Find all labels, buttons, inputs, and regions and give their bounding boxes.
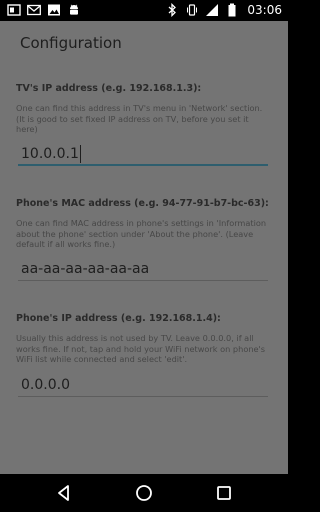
phone-mac-input[interactable]: aa-aa-aa-aa-aa-aa — [18, 257, 268, 281]
clock: 03:06 — [247, 3, 282, 17]
phone-mac-description: One can find MAC address in phone's sett… — [16, 218, 267, 249]
phone-ip-heading: Phone's IP address (e.g. 192.168.1.4): — [16, 313, 221, 324]
gmail-icon — [27, 4, 41, 16]
phone-ip-description: Usually this address is not used by TV. … — [16, 333, 266, 364]
phone-mac-value: aa-aa-aa-aa-aa-aa — [21, 261, 150, 277]
notification-icons — [7, 3, 81, 17]
system-icons: 03:06 — [165, 3, 282, 17]
phone-mac-heading: Phone's MAC address (e.g. 94-77-91-b7-bc… — [16, 198, 269, 209]
home-icon[interactable] — [134, 483, 154, 503]
back-icon[interactable] — [54, 483, 74, 503]
status-bar: 03:06 — [0, 0, 288, 21]
text-cursor — [79, 145, 81, 163]
android-icon — [70, 4, 78, 15]
tv-ip-heading: TV's IP address (e.g. 192.168.1.3): — [16, 83, 202, 94]
vibrate-icon — [187, 4, 198, 16]
notification-icon — [7, 4, 21, 16]
phone-mac-section: Phone's MAC address (e.g. 94-77-91-b7-bc… — [16, 198, 272, 250]
tv-ip-input[interactable]: 10.0.0.1 — [18, 142, 268, 166]
phone-ip-value: 0.0.0.0 — [21, 377, 70, 393]
bluetooth-icon — [168, 3, 177, 17]
dialog-title: Configuration — [20, 34, 122, 52]
navigation-bar — [0, 474, 288, 512]
recents-icon[interactable] — [214, 483, 234, 503]
phone-ip-input[interactable]: 0.0.0.0 — [18, 373, 268, 397]
signal-icon — [206, 4, 219, 16]
tv-ip-section: TV's IP address (e.g. 192.168.1.3): One … — [16, 83, 272, 135]
configuration-dialog: Configuration TV's IP address (e.g. 192.… — [0, 21, 288, 474]
battery-icon — [228, 3, 236, 17]
tv-ip-value: 10.0.0.1 — [21, 146, 79, 162]
phone-ip-section: Phone's IP address (e.g. 192.168.1.4): U… — [16, 313, 272, 365]
gallery-icon — [48, 4, 60, 16]
tv-ip-description: One can find this address in TV's menu i… — [16, 103, 263, 134]
